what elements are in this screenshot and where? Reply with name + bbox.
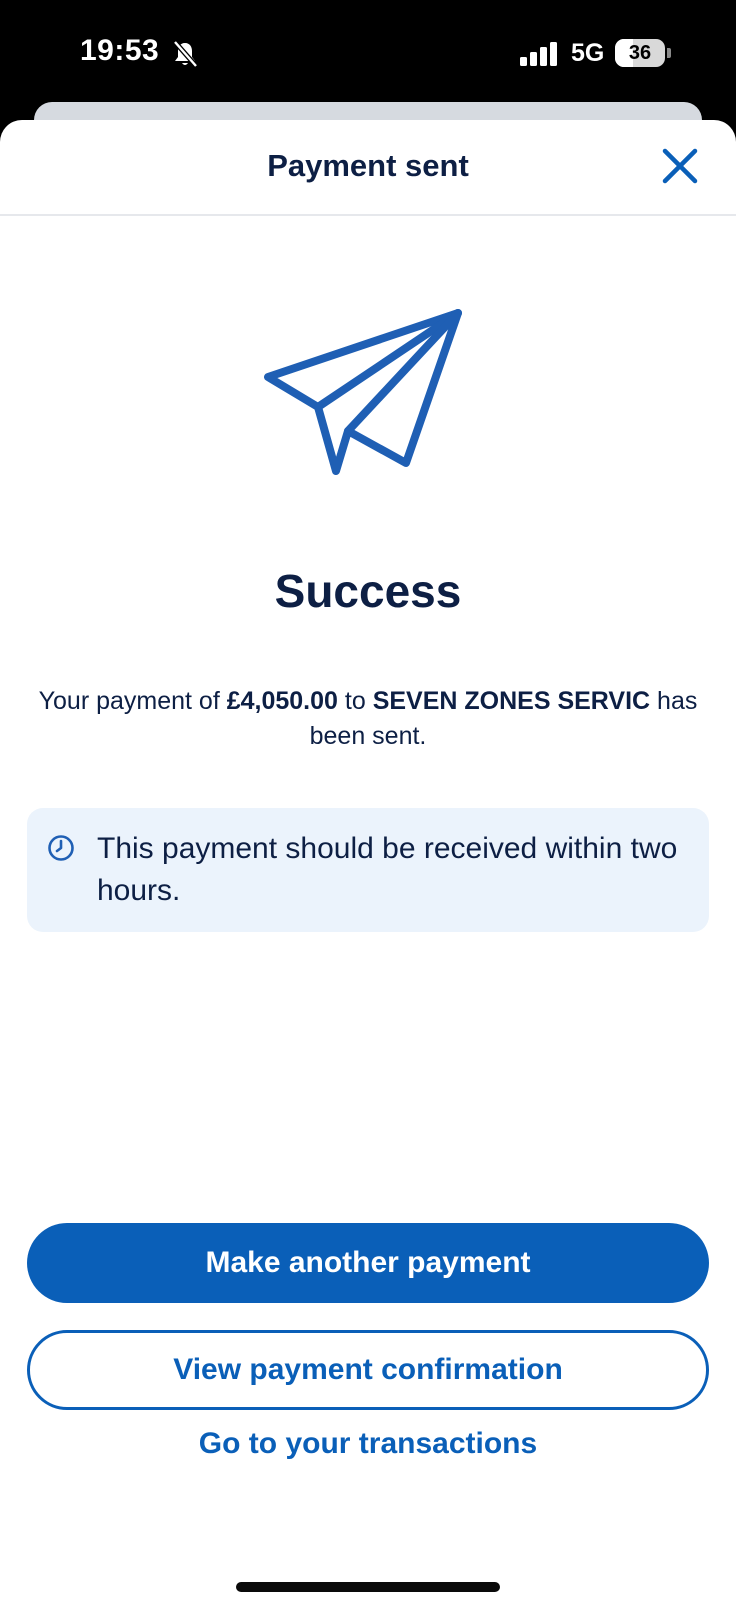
- message-middle: to: [337, 687, 373, 715]
- status-bar: 19:53 5G 36: [0, 0, 736, 104]
- bell-slash-icon: [173, 40, 198, 68]
- battery-icon: 36: [615, 39, 665, 67]
- sheet-header: Payment sent: [0, 120, 736, 216]
- payment-sent-sheet: Payment sent Success Your payment of £4,…: [0, 120, 736, 1600]
- payment-amount: £4,050.00: [226, 687, 338, 715]
- payment-message: Your payment of £4,050.00 to SEVEN ZONES…: [30, 684, 706, 754]
- info-text: This payment should be received within t…: [97, 832, 678, 907]
- clock-icon: [48, 835, 74, 861]
- make-another-payment-button[interactable]: Make another payment: [27, 1223, 709, 1303]
- close-icon: [662, 148, 698, 184]
- recipient-name: SEVEN ZONES SERVIC: [372, 687, 651, 715]
- close-button[interactable]: [656, 142, 704, 190]
- battery-percentage: 36: [628, 42, 652, 64]
- view-payment-confirmation-button[interactable]: View payment confirmation: [27, 1330, 709, 1410]
- page-title: Payment sent: [267, 148, 469, 183]
- paper-plane-icon: [264, 309, 462, 475]
- battery-tip: [667, 48, 671, 58]
- success-heading: Success: [274, 565, 462, 617]
- home-indicator: [236, 1582, 500, 1592]
- info-notice: This payment should be received within t…: [27, 808, 709, 932]
- message-prefix: Your payment of: [38, 687, 227, 715]
- cellular-signal-icon: [520, 42, 557, 66]
- network-type: 5G: [571, 39, 605, 67]
- payment-sent-screen: 19:53 5G 36 Payment sent Success Your pa…: [0, 0, 736, 1600]
- status-time: 19:53: [80, 34, 160, 67]
- go-to-transactions-link[interactable]: Go to your transactions: [0, 1422, 736, 1466]
